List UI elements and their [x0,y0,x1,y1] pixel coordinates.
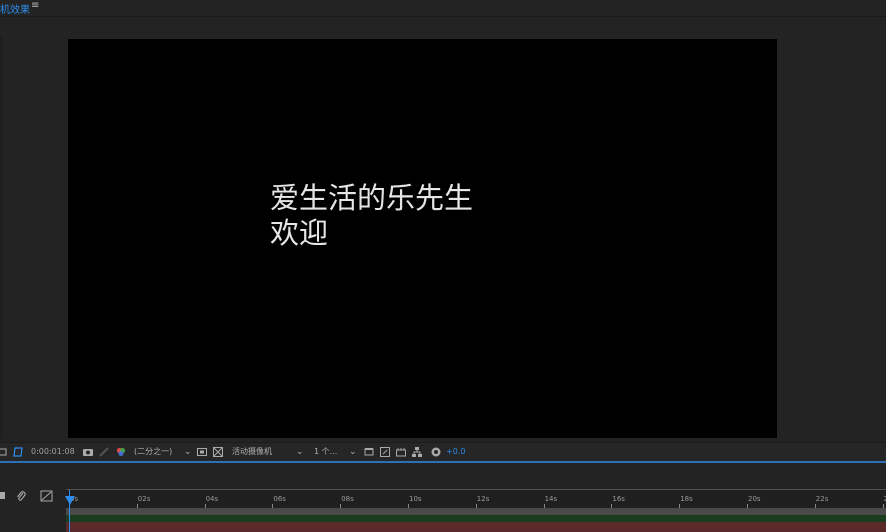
graph-editor-icon[interactable] [40,490,53,502]
camera-view-dropdown[interactable]: 活动摄像机 [232,443,272,461]
timeline-icon[interactable] [395,446,407,458]
ruler-tick-label: 08s [341,495,354,503]
current-time-display[interactable]: 0:00:01:08 [31,443,75,461]
ruler-tick-label: 22s [815,495,829,503]
fast-preview-icon[interactable] [379,446,391,458]
region-of-interest-icon[interactable] [196,446,208,458]
composition-text-layer[interactable]: 爱生活的乐先生 欢迎 [270,181,473,251]
camera-snapshot-icon[interactable] [82,446,94,458]
viewer-left-edge [0,36,2,438]
ruler-tick-label: 12s [476,495,490,503]
resolution-dropdown[interactable]: (二分之一) [134,443,172,461]
views-layout-dropdown[interactable]: 1 个... [314,443,337,461]
ruler-tick-label: 18s [680,495,693,503]
exposure-reset-icon[interactable] [430,446,442,458]
color-channels-icon[interactable] [115,446,127,458]
panel-tab-title[interactable]: 机效果 [0,1,30,16]
pixel-aspect-icon[interactable] [363,446,375,458]
paperclip-icon[interactable] [15,490,27,502]
chevron-down-icon: ⌄ [296,447,304,457]
layer-duration-bar[interactable] [66,515,886,522]
chevron-down-icon: ⌄ [349,447,357,457]
snapshot-show-icon[interactable] [0,446,8,458]
comp-mini-flowchart-icon[interactable] [0,490,7,502]
ruler-tick-label: 20s [748,495,761,503]
comp-text-line-1: 爱生活的乐先生 [270,181,474,215]
ruler-top-line [66,489,886,490]
show-snapshot-icon[interactable] [98,446,110,458]
ruler-tick-label: 14s [544,495,558,503]
exposure-value[interactable]: +0.0 [446,443,465,461]
ruler-tick-label: 02s [137,495,151,503]
panel-menu-icon[interactable]: ≡ [31,0,39,11]
ruler-tick-label: 04s [205,495,219,503]
ruler-tick-label: 16s [612,495,625,503]
mask-visibility-icon[interactable] [12,446,24,458]
playhead-handle[interactable] [65,496,75,505]
layer-duration-bar[interactable] [66,522,886,532]
comp-text-line-2: 欢迎 [270,216,329,250]
ruler-tick-label: 10s [409,495,422,503]
transparency-grid-icon[interactable] [212,446,224,458]
viewer-toolbar: 0:00:01:08 (二分之一) ⌄ 活动摄像机 ⌄ 1 个... ⌄ +0.… [0,442,886,461]
chevron-down-icon: ⌄ [184,447,192,457]
panel-tab-bar: 机效果 ≡ [0,0,886,16]
flowchart-icon[interactable] [411,446,423,458]
work-area-bar[interactable] [66,508,886,515]
ruler-tick-label: 06s [273,495,286,503]
